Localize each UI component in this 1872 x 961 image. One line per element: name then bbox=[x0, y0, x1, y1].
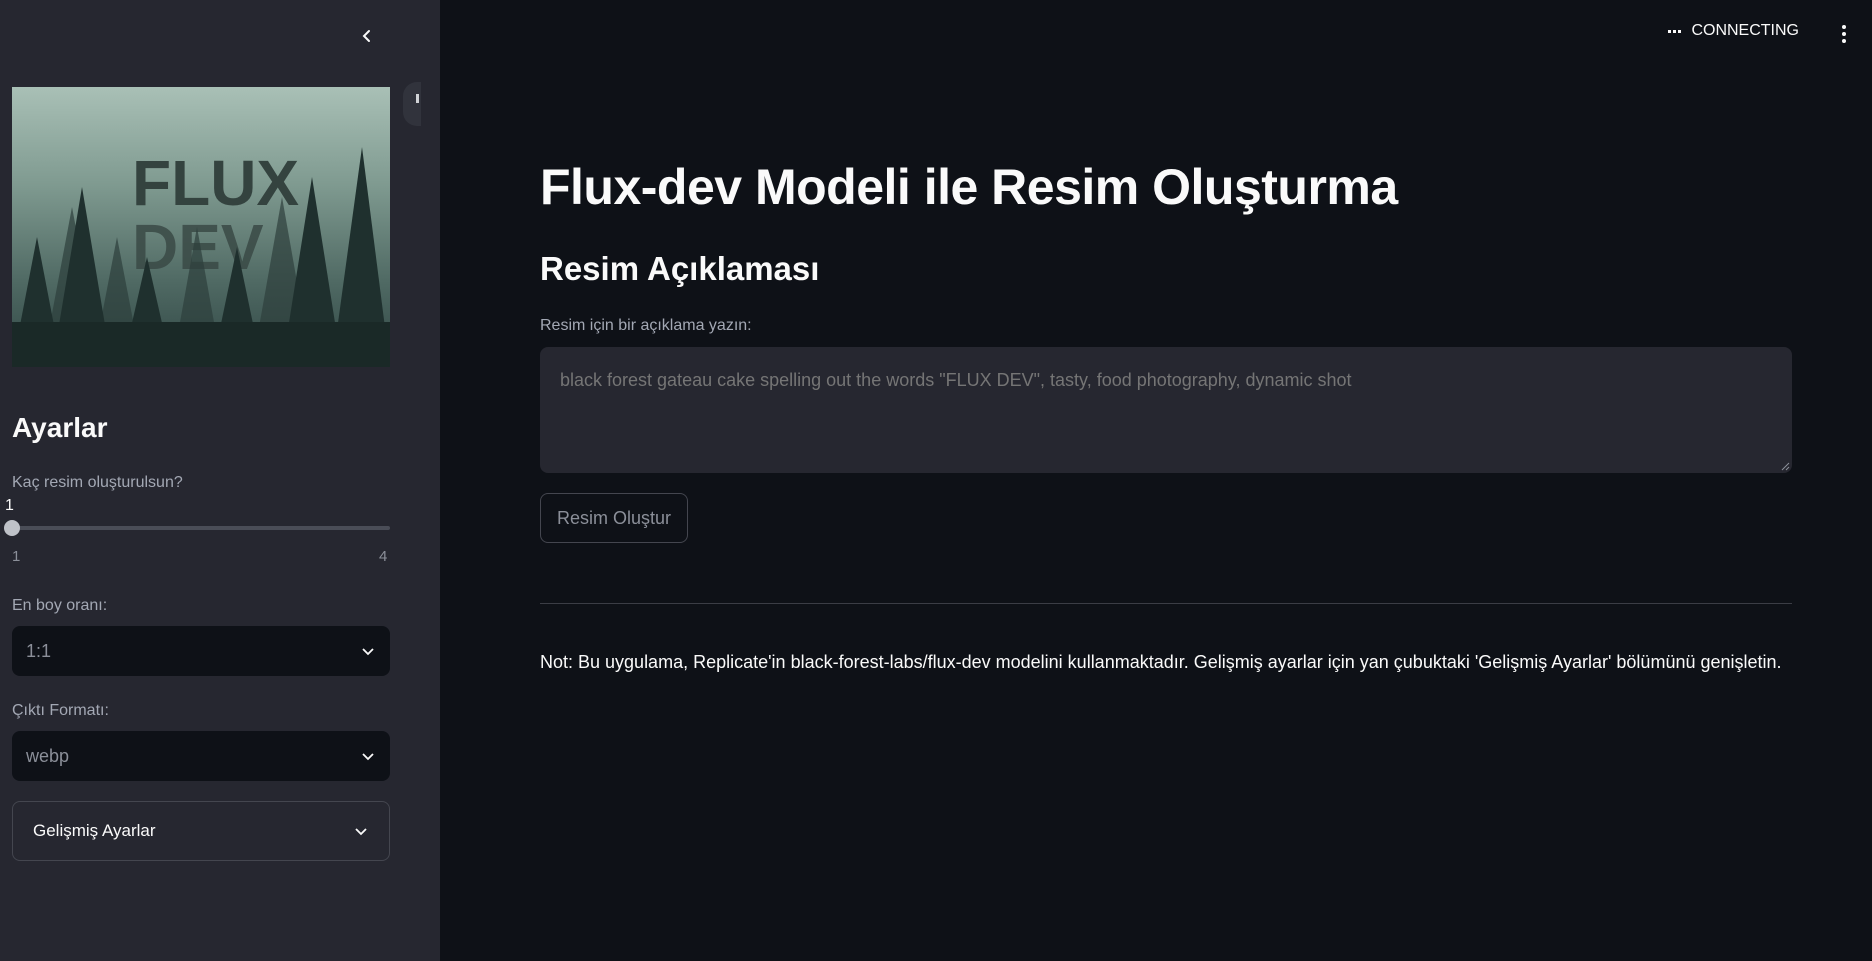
chevron-down-icon bbox=[362, 753, 374, 761]
kebab-menu-icon bbox=[1842, 25, 1846, 43]
resize-grip-icon[interactable] bbox=[1781, 462, 1790, 471]
section-title: Resim Açıklaması bbox=[540, 250, 820, 287]
advanced-settings-label: Gelişmiş Ayarlar bbox=[33, 821, 156, 840]
sidebar-resize-handle[interactable] bbox=[403, 82, 421, 126]
logo-text-line-1: FLUX bbox=[132, 147, 299, 219]
prompt-label: Resim için bir açıklama yazın: bbox=[540, 317, 752, 334]
slider-current-value: 1 bbox=[5, 497, 14, 514]
flux-dev-logo-image: FLUX DEV bbox=[12, 87, 390, 367]
page-title: Flux-dev Modeli ile Resim Oluşturma bbox=[540, 159, 1398, 215]
num-images-label: Kaç resim oluşturulsun? bbox=[12, 474, 183, 491]
chevron-down-icon bbox=[362, 648, 374, 656]
output-format-label: Çıktı Formatı: bbox=[12, 702, 109, 719]
advanced-settings-expander[interactable]: Gelişmiş Ayarlar bbox=[12, 801, 390, 861]
num-images-slider-thumb[interactable] bbox=[4, 520, 20, 536]
sidebar-title: Ayarlar bbox=[12, 412, 108, 443]
divider bbox=[540, 603, 1792, 604]
slider-min-value: 1 bbox=[12, 548, 21, 565]
output-format-select[interactable]: webp bbox=[12, 731, 390, 781]
aspect-ratio-value: 1:1 bbox=[26, 640, 52, 661]
output-format-value: webp bbox=[26, 745, 70, 766]
aspect-ratio-label: En boy oranı: bbox=[12, 597, 108, 614]
main-menu-button[interactable] bbox=[1834, 22, 1854, 46]
connecting-dots-icon bbox=[1668, 29, 1682, 33]
info-note: Not: Bu uygulama, Replicate'in black-for… bbox=[540, 652, 1782, 672]
connection-status-text: CONNECTING bbox=[1691, 22, 1799, 39]
aspect-ratio-select[interactable]: 1:1 bbox=[12, 626, 390, 676]
forest-illustration: FLUX DEV bbox=[12, 147, 390, 367]
num-images-slider-track[interactable] bbox=[12, 526, 390, 530]
chevron-down-icon bbox=[355, 828, 367, 836]
main-content: CONNECTING Flux-dev Modeli ile Resim Olu… bbox=[440, 0, 1872, 961]
sidebar: FLUX DEV Ayarlar Kaç resim oluşturulsun?… bbox=[0, 0, 440, 961]
prompt-textarea[interactable] bbox=[540, 347, 1792, 473]
chevron-left-icon bbox=[362, 30, 370, 42]
connection-status: CONNECTING bbox=[1668, 22, 1799, 40]
slider-max-value: 4 bbox=[379, 548, 388, 565]
collapse-sidebar-button[interactable] bbox=[355, 24, 379, 48]
generate-image-button[interactable]: Resim Oluştur bbox=[540, 493, 688, 543]
